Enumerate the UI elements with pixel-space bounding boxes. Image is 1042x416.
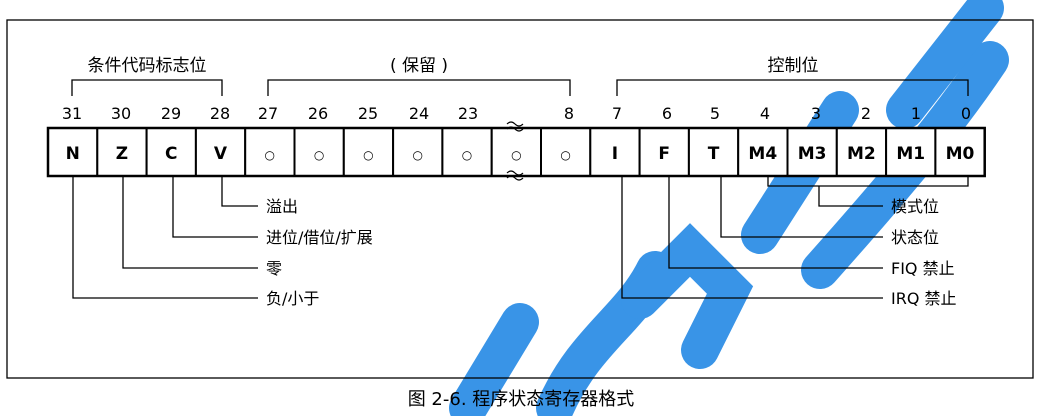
register-cell-label: ○ xyxy=(314,148,324,162)
register-cell-label: N xyxy=(66,144,80,164)
bit-number: 3 xyxy=(811,104,821,123)
label-fiq: FIQ 禁止 xyxy=(891,259,955,278)
left-leaders xyxy=(72,176,258,299)
register-cell-label: ○ xyxy=(511,148,521,162)
label-zero: 零 xyxy=(266,259,282,278)
register-cell-label: ○ xyxy=(462,148,472,162)
bit-number: 28 xyxy=(210,104,230,123)
label-state: 状态位 xyxy=(891,228,939,247)
register-cell-label: Z xyxy=(116,144,128,164)
register-cell-label: T xyxy=(708,144,720,164)
bit-number: 29 xyxy=(161,104,181,123)
psr-format-figure: 条件代码标志位 ( 保留 ) 控制位 31 30 29 28 27 26 25 24 23 8 7 6… xyxy=(6,0,1034,416)
bit-number: 30 xyxy=(111,104,131,123)
register-cell-label: ○ xyxy=(265,148,275,162)
register-cell-label: C xyxy=(165,144,177,164)
bit-number: 4 xyxy=(760,104,770,123)
bit-number: 31 xyxy=(62,104,82,123)
group-label-reserved: ( 保留 ) xyxy=(390,56,448,76)
label-overflow: 溢出 xyxy=(266,197,298,216)
register-cell-label: M0 xyxy=(946,144,975,164)
bit-number: 8 xyxy=(564,104,574,123)
label-carry: 进位/借位/扩展 xyxy=(266,228,373,247)
bit-number: 24 xyxy=(409,104,429,123)
bit-number: 6 xyxy=(662,104,672,123)
register-cell-label: ○ xyxy=(412,148,422,162)
register-cell-label: ○ xyxy=(363,148,373,162)
register-cell-label: I xyxy=(612,144,618,164)
register-cell-label: V xyxy=(214,144,228,164)
register-cell-label: F xyxy=(658,144,670,164)
register-cell-label: M2 xyxy=(847,144,876,164)
figure-caption: 图 2-6. 程序状态寄存器格式 xyxy=(408,389,635,410)
leader-overflow xyxy=(221,176,258,207)
label-negative: 负/小于 xyxy=(266,289,319,308)
register-cell-label: M3 xyxy=(798,144,827,164)
leader-zero xyxy=(122,176,258,269)
bit-number: 0 xyxy=(961,104,971,123)
label-irq: IRQ 禁止 xyxy=(891,289,957,308)
bit-number: 27 xyxy=(258,104,278,123)
group-label-flags: 条件代码标志位 xyxy=(88,56,207,76)
register-cell-label: M4 xyxy=(748,144,777,164)
bit-number: 26 xyxy=(308,104,328,123)
bit-number: 23 xyxy=(458,104,478,123)
bit-number: 25 xyxy=(358,104,378,123)
register-cells: N Z C V ○ ○ ○ ○ ○ ○ ○ I F T M4 M3 M2 M1 M0 xyxy=(46,126,986,178)
bit-number: 1 xyxy=(911,104,921,123)
group-label-control: 控制位 xyxy=(768,56,819,76)
bit-number: 5 xyxy=(710,104,720,123)
bit-number: 7 xyxy=(612,104,622,123)
register-cell-label: ○ xyxy=(560,148,570,162)
label-mode: 模式位 xyxy=(891,197,939,216)
bit-number: 2 xyxy=(861,104,871,123)
register-cell-label: M1 xyxy=(896,144,925,164)
